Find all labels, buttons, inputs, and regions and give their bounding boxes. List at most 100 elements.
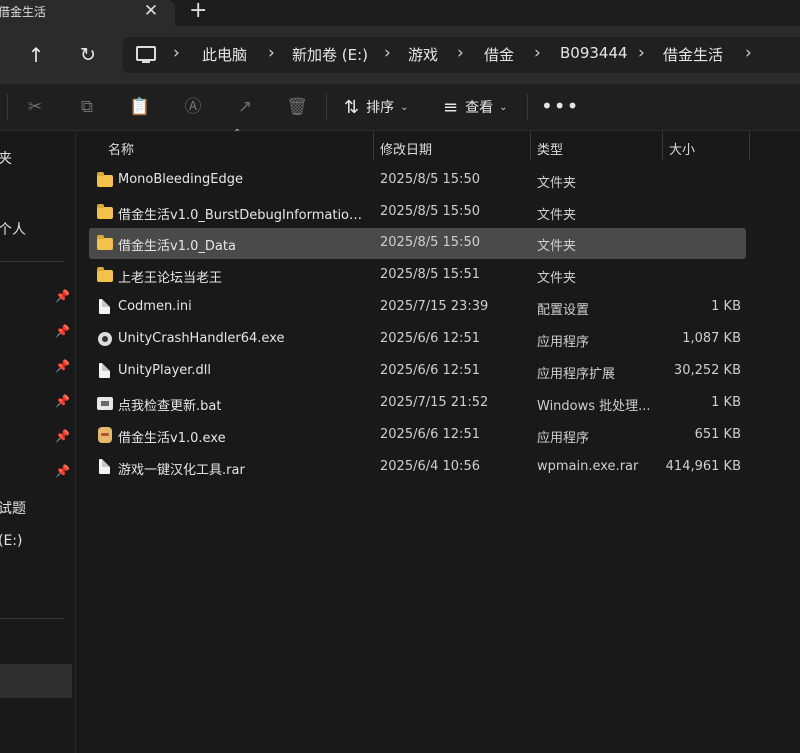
file-row[interactable]: UnityCrashHandler64.exe 2025/6/6 12:51 应… [89,324,746,355]
command-bar: ✂ ⧉ 📋 Ⓐ ↗ 🗑 ⇅ 排序 ⌄ ≡ 查看 ⌄ ••• [0,84,800,131]
chevron-right-icon[interactable]: › [638,43,645,63]
file-row-selected[interactable]: 借金生活v1.0_Data 2025/8/5 15:50 文件夹 [89,228,746,259]
tab-bar: 借金生活 ✕ + [0,0,800,26]
view-button[interactable]: ≡ 查看 ⌄ [443,94,507,120]
column-header-size[interactable]: 大小 [669,139,695,158]
chevron-right-icon[interactable]: › [384,43,391,63]
file-name: 借金生活v1.0_BurstDebugInformation_DoNotShip [118,208,370,223]
more-options-icon[interactable]: ••• [541,94,579,118]
share-icon[interactable]: ↗ [234,96,256,118]
sidebar-item-selected[interactable] [0,664,72,698]
sort-label: 排序 [366,100,395,116]
breadcrumb-item[interactable]: 游戏 [408,44,438,65]
column-header-name[interactable]: 名称 [108,139,134,158]
column-divider[interactable] [373,131,374,161]
pin-icon[interactable]: 📌 [55,324,70,338]
chevron-right-icon[interactable]: › [268,43,275,63]
chevron-right-icon[interactable]: › [457,43,464,63]
file-row[interactable]: UnityPlayer.dll 2025/6/6 12:51 应用程序扩展 30… [89,356,746,387]
settings-file-icon [97,299,114,315]
address-bar[interactable]: › 此电脑 › 新加卷 (E:) › 游戏 › 借金 › B093444 › 借… [123,37,800,73]
column-header-date[interactable]: 修改日期 [380,139,432,158]
game-exe-icon [97,427,114,443]
pin-icon[interactable]: 📌 [55,289,70,303]
cut-icon[interactable]: ✂ [24,96,46,118]
new-tab-icon[interactable]: + [189,0,207,23]
sidebar-item[interactable]: 夹 [0,148,12,168]
delete-icon[interactable]: 🗑 [286,96,308,118]
file-type: 配置设置 [537,303,590,318]
sort-button[interactable]: ⇅ 排序 ⌄ [344,94,408,120]
file-row[interactable]: 借金生活v1.0_BurstDebugInformation_DoNotShip… [89,197,746,228]
file-date: 2025/6/6 12:51 [380,363,480,378]
paste-icon[interactable]: 📋 [129,96,151,118]
up-arrow-icon[interactable]: ↑ [21,40,51,70]
file-size: 1 KB [711,395,741,410]
file-row[interactable]: 借金生活v1.0.exe 2025/6/6 12:51 应用程序 651 KB [89,420,746,451]
batch-file-icon [97,396,114,411]
file-type: 应用程序扩展 [537,367,616,382]
pin-icon[interactable]: 📌 [55,429,70,443]
file-name: MonoBleedingEdge [118,172,243,187]
sidebar-item[interactable]: (E:) [0,533,23,549]
file-row[interactable]: 游戏一键汉化工具.rar 2025/6/4 10:56 wpmain.exe.r… [89,452,746,483]
file-type: 应用程序 [537,431,590,446]
file-row[interactable]: 上老王论坛当老王 2025/8/5 15:51 文件夹 [89,260,746,291]
breadcrumb-item[interactable]: 借金 [484,44,514,65]
chevron-down-icon: ⌄ [499,101,508,113]
file-row[interactable]: MonoBleedingEdge 2025/8/5 15:50 文件夹 [89,165,746,196]
sidebar-item[interactable]: 试题 [0,498,26,518]
file-date: 2025/7/15 23:39 [380,299,489,314]
close-icon[interactable]: ✕ [142,1,160,21]
column-header-row: ⌃ 名称 修改日期 类型 大小 [76,128,800,163]
rename-icon[interactable]: Ⓐ [182,96,204,118]
file-date: 2025/6/6 12:51 [380,331,480,346]
chevron-right-icon[interactable]: › [173,43,180,63]
view-icon: ≡ [443,96,459,118]
file-date: 2025/8/5 15:51 [380,267,480,282]
pin-icon[interactable]: 📌 [55,359,70,373]
chevron-down-icon: ⌄ [400,101,409,113]
sidebar-divider [0,618,64,619]
sidebar-item[interactable]: 个人 [0,219,26,239]
breadcrumb-item[interactable]: 此电脑 [202,44,247,65]
pin-icon[interactable]: 📌 [55,394,70,408]
file-size: 651 KB [694,427,741,442]
tab-active[interactable]: 借金生活 ✕ [0,0,175,26]
chevron-right-icon[interactable]: › [534,43,541,63]
file-date: 2025/6/4 10:56 [380,459,480,474]
file-name: 上老王论坛当老王 [118,271,223,286]
file-size: 414,961 KB [665,459,741,474]
pin-icon[interactable]: 📌 [55,464,70,478]
toolbar-divider [326,94,327,120]
sidebar-divider [0,261,64,262]
toolbar-divider [527,94,528,120]
column-divider[interactable] [749,131,750,161]
column-header-type[interactable]: 类型 [537,139,563,158]
file-type: 文件夹 [537,208,577,223]
file-name: 点我检查更新.bat [118,399,222,414]
file-type: Windows 批处理... [537,399,651,414]
file-date: 2025/8/5 15:50 [380,204,480,219]
file-name: 借金生活v1.0.exe [118,431,226,446]
archive-file-icon [97,459,114,475]
column-divider[interactable] [662,131,663,161]
breadcrumb-item[interactable]: 新加卷 (E:) [292,44,368,65]
file-date: 2025/6/6 12:51 [380,427,480,442]
chevron-right-icon[interactable]: › [745,43,752,63]
folder-icon [97,267,114,283]
refresh-icon[interactable]: ↻ [73,40,103,70]
file-row[interactable]: 点我检查更新.bat 2025/7/15 21:52 Windows 批处理..… [89,388,746,419]
folder-icon [97,235,114,251]
tab-title: 借金生活 [0,5,47,19]
file-name: UnityCrashHandler64.exe [118,331,285,346]
file-name: 借金生活v1.0_Data [118,239,236,254]
column-divider[interactable] [530,131,531,161]
file-row[interactable]: Codmen.ini 2025/7/15 23:39 配置设置 1 KB [89,292,746,323]
breadcrumb-item[interactable]: 借金生活 [663,44,723,65]
file-date: 2025/8/5 15:50 [380,235,480,250]
breadcrumb-item[interactable]: B093444 [560,44,628,62]
computer-icon[interactable] [136,46,156,63]
copy-icon[interactable]: ⧉ [76,96,98,118]
unity-exe-icon [97,332,114,347]
